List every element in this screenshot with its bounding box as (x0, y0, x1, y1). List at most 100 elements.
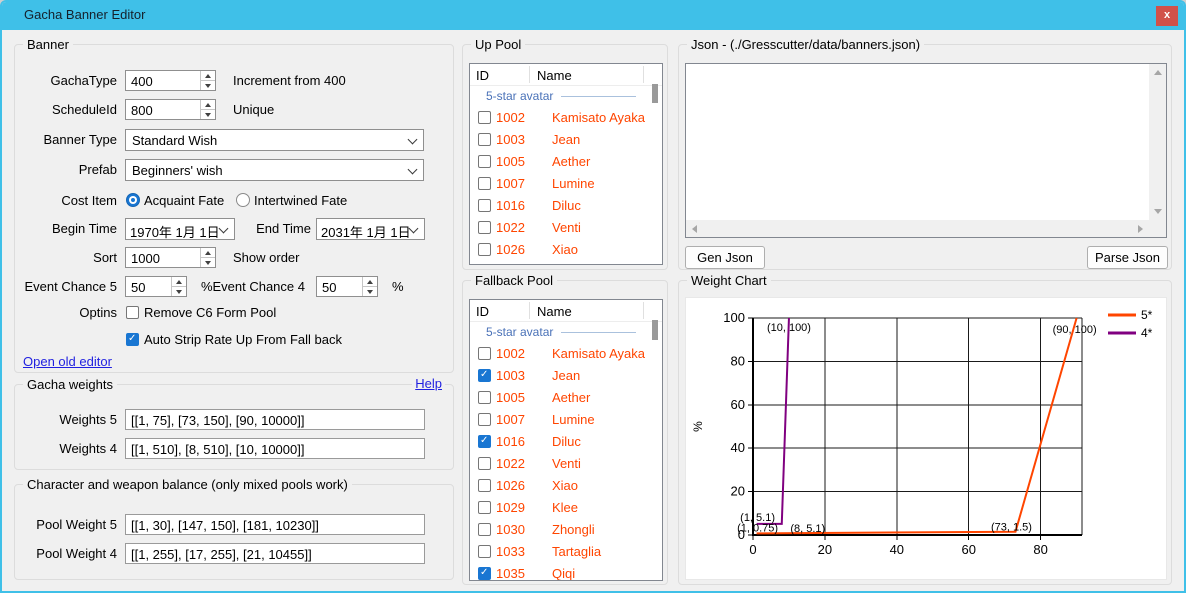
remove-c6-checkbox[interactable] (126, 306, 139, 319)
row-checkbox[interactable] (478, 435, 491, 448)
pool-row[interactable]: 1005Aether (470, 386, 662, 408)
help-link[interactable]: Help (412, 376, 445, 391)
close-button[interactable]: x (1156, 6, 1178, 26)
row-checkbox[interactable] (478, 501, 491, 514)
scrollbar-thumb[interactable] (652, 84, 658, 103)
row-id: 1035 (496, 566, 543, 581)
sort-stepper[interactable]: 1000 (125, 247, 216, 268)
pool-row[interactable]: 1022Venti (470, 216, 662, 238)
row-checkbox[interactable] (478, 545, 491, 558)
json-textarea[interactable] (685, 63, 1167, 238)
row-checkbox[interactable] (478, 111, 491, 124)
weights-5-input[interactable]: [[1, 75], [73, 150], [90, 10000]] (125, 409, 425, 430)
scroll-up-button[interactable] (1149, 64, 1166, 81)
spin-up-button[interactable] (201, 248, 215, 257)
row-id: 1005 (496, 154, 543, 169)
pool-row[interactable]: 1002Kamisato Ayaka (470, 342, 662, 364)
pool-row[interactable]: 1030Zhongli (470, 518, 662, 540)
schedule-id-stepper[interactable]: 800 (125, 99, 216, 120)
row-checkbox[interactable] (478, 133, 491, 146)
remove-c6-label[interactable]: Remove C6 Form Pool (144, 305, 276, 321)
window-title: Gacha Banner Editor (24, 7, 145, 22)
spin-down-button[interactable] (201, 109, 215, 119)
row-checkbox[interactable] (478, 457, 491, 470)
row-name: Xiao (552, 478, 578, 493)
pool-weight-5-input[interactable]: [[1, 30], [147, 150], [181, 10230]] (125, 514, 425, 535)
fallback-pool-list[interactable]: ID Name 5-star avatar 1002Kamisato Ayaka… (469, 299, 663, 581)
pool-row[interactable]: 1005Aether (470, 150, 662, 172)
event-chance-4-stepper[interactable]: 50 (316, 276, 378, 297)
parse-json-button[interactable]: Parse Json (1087, 246, 1168, 269)
banner-type-value: Standard Wish (132, 133, 217, 148)
scrollbar-thumb[interactable] (652, 320, 658, 340)
spin-down-button[interactable] (201, 80, 215, 90)
row-checkbox[interactable] (478, 413, 491, 426)
scroll-down-button[interactable] (1149, 203, 1166, 220)
banner-group: Banner GachaType 400 Increment from 400 … (14, 44, 454, 373)
pool-row[interactable]: 1035Qiqi (470, 562, 662, 581)
spin-down-button[interactable] (363, 286, 377, 296)
row-checkbox[interactable] (478, 479, 491, 492)
svg-text:80: 80 (731, 353, 745, 368)
auto-strip-checkbox[interactable] (126, 333, 139, 346)
acquaint-fate-radio[interactable] (126, 193, 140, 207)
pool-row[interactable]: 1007Lumine (470, 172, 662, 194)
event-chance-5-value: 50 (126, 277, 171, 296)
spin-up-button[interactable] (172, 277, 186, 286)
vertical-scrollbar[interactable] (1149, 64, 1166, 220)
pool-row[interactable]: 1026Xiao (470, 238, 662, 260)
row-checkbox[interactable] (478, 177, 491, 190)
weights-4-input[interactable]: [[1, 510], [8, 510], [10, 10000]] (125, 438, 425, 459)
open-old-editor-link[interactable]: Open old editor (23, 354, 112, 369)
prefab-select[interactable]: Beginners' wish (125, 159, 424, 181)
row-checkbox[interactable] (478, 369, 491, 382)
scroll-left-button[interactable] (686, 220, 703, 237)
row-checkbox[interactable] (478, 523, 491, 536)
spin-down-button[interactable] (201, 257, 215, 267)
up-pool-group-label: Up Pool (471, 37, 525, 52)
event-chance-5-stepper[interactable]: 50 (125, 276, 187, 297)
column-header-id[interactable]: ID (470, 64, 529, 85)
row-name: Jean (552, 368, 580, 383)
row-checkbox[interactable] (478, 567, 491, 580)
gen-json-button[interactable]: Gen Json (685, 246, 765, 269)
horizontal-scrollbar[interactable] (686, 220, 1149, 237)
banner-type-select[interactable]: Standard Wish (125, 129, 424, 151)
row-id: 1026 (496, 478, 543, 493)
row-checkbox[interactable] (478, 221, 491, 234)
row-checkbox[interactable] (478, 199, 491, 212)
column-header-id[interactable]: ID (470, 300, 529, 321)
acquaint-fate-label[interactable]: Acquaint Fate (144, 193, 224, 209)
gacha-type-stepper[interactable]: 400 (125, 70, 216, 91)
pool-row[interactable]: 1029Klee (470, 496, 662, 518)
event-chance-4-value: 50 (317, 277, 362, 296)
pool-row[interactable]: 1033Tartaglia (470, 540, 662, 562)
spin-up-button[interactable] (201, 100, 215, 109)
row-checkbox[interactable] (478, 347, 491, 360)
pool-row[interactable]: 1007Lumine (470, 408, 662, 430)
end-time-label: End Time (215, 218, 311, 240)
end-time-picker[interactable]: 2031年 1月 1日 (316, 218, 425, 240)
row-checkbox[interactable] (478, 391, 491, 404)
pool-row[interactable]: 1022Venti (470, 452, 662, 474)
intertwined-fate-label[interactable]: Intertwined Fate (254, 193, 347, 209)
row-checkbox[interactable] (478, 155, 491, 168)
scroll-right-button[interactable] (1132, 220, 1149, 237)
spin-down-icon (367, 290, 373, 294)
pool-row[interactable]: 1003Jean (470, 364, 662, 386)
svg-text:40: 40 (731, 440, 745, 455)
pool-row[interactable]: 1026 Xiao (470, 474, 662, 496)
auto-strip-label[interactable]: Auto Strip Rate Up From Fall back (144, 332, 342, 348)
spin-up-button[interactable] (201, 71, 215, 80)
pool-row[interactable]: 1016Diluc (470, 430, 662, 452)
intertwined-fate-radio[interactable] (236, 193, 250, 207)
up-pool-list[interactable]: ID Name 5-star avatar 1002Kamisato Ayaka… (469, 63, 663, 265)
pool-weight-4-input[interactable]: [[1, 255], [17, 255], [21, 10455]] (125, 543, 425, 564)
spin-down-button[interactable] (172, 286, 186, 296)
pool-row[interactable]: 1002Kamisato Ayaka (470, 106, 662, 128)
up-pool-group: Up Pool ID Name 5-star avatar 1002Kamisa… (462, 44, 668, 270)
spin-up-button[interactable] (363, 277, 377, 286)
row-checkbox[interactable] (478, 243, 491, 256)
pool-row[interactable]: 1003Jean (470, 128, 662, 150)
pool-row[interactable]: 1016Diluc (470, 194, 662, 216)
